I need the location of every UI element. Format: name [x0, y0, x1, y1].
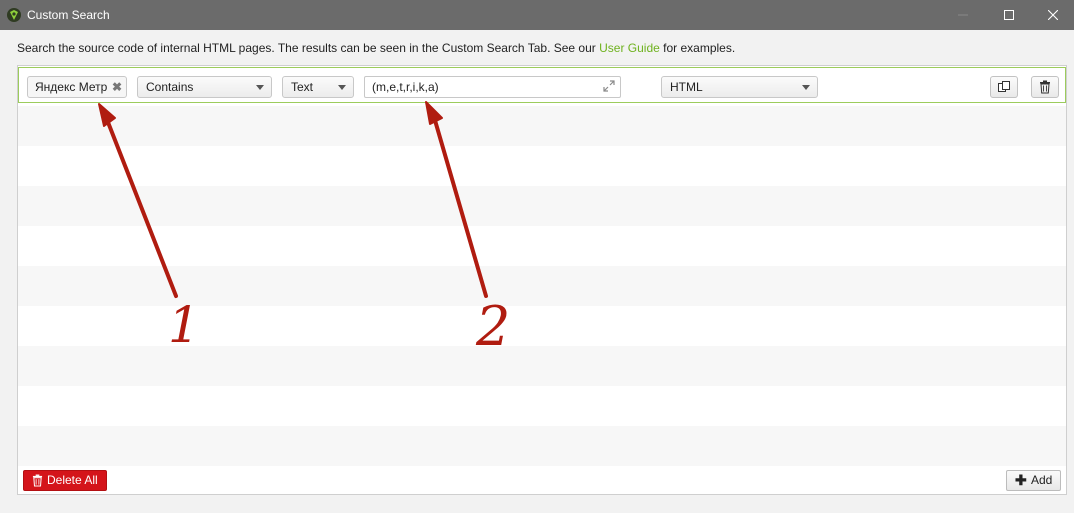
search-rules-panel: Яндекс Метр ✖ Contains Text (m,e,t,r,i,k…	[17, 65, 1067, 495]
close-icon	[1048, 10, 1058, 20]
expand-icon[interactable]	[603, 80, 615, 92]
intro-text: Search the source code of internal HTML …	[17, 41, 735, 55]
empty-row	[18, 226, 1066, 266]
empty-row	[18, 386, 1066, 426]
rule-name-tag[interactable]: Яндекс Метр ✖	[27, 76, 127, 98]
empty-row	[18, 266, 1066, 306]
search-query-value: (m,e,t,r,i,k,a)	[372, 80, 439, 94]
maximize-button[interactable]	[986, 0, 1032, 30]
chevron-down-icon	[802, 85, 810, 90]
add-rule-button[interactable]: ✚ Add	[1006, 470, 1061, 491]
match-type-value: Contains	[146, 80, 194, 94]
intro-text-before: Search the source code of internal HTML …	[17, 41, 600, 55]
search-scope-value: HTML	[670, 80, 703, 94]
empty-row	[18, 466, 1066, 494]
search-query-input[interactable]: (m,e,t,r,i,k,a)	[364, 76, 621, 98]
trash-icon	[32, 474, 43, 487]
window-title: Custom Search	[27, 8, 110, 22]
search-scope-select[interactable]: HTML	[661, 76, 818, 98]
match-type-select[interactable]: Contains	[137, 76, 272, 98]
empty-row	[18, 146, 1066, 186]
delete-all-button[interactable]: Delete All	[23, 470, 107, 491]
search-mode-value: Text	[291, 80, 314, 94]
chevron-down-icon	[256, 85, 264, 90]
empty-row	[18, 186, 1066, 226]
user-guide-link[interactable]: User Guide	[599, 41, 660, 55]
empty-row	[18, 426, 1066, 466]
empty-row	[18, 306, 1066, 346]
minimize-icon	[958, 14, 968, 16]
remove-tag-icon[interactable]: ✖	[112, 77, 122, 97]
duplicate-rule-button[interactable]	[990, 76, 1018, 98]
minimize-button[interactable]	[940, 0, 986, 30]
intro-text-after: for examples.	[659, 41, 736, 55]
title-bar: Custom Search	[0, 0, 1074, 30]
trash-icon	[1040, 80, 1050, 94]
chevron-down-icon	[338, 85, 346, 90]
empty-row	[18, 106, 1066, 146]
maximize-icon	[1004, 10, 1014, 20]
add-label: Add	[1031, 473, 1053, 487]
delete-all-label: Delete All	[47, 473, 98, 487]
search-mode-select[interactable]: Text	[282, 76, 354, 98]
copy-icon	[998, 81, 1010, 92]
search-rule-row: Яндекс Метр ✖ Contains Text (m,e,t,r,i,k…	[18, 67, 1066, 103]
rule-name-label: Яндекс Метр	[35, 80, 108, 94]
empty-row	[18, 346, 1066, 386]
close-button[interactable]	[1030, 0, 1074, 30]
delete-rule-button[interactable]	[1031, 76, 1059, 98]
app-logo-icon	[7, 8, 21, 22]
dialog-body: Search the source code of internal HTML …	[0, 30, 1074, 513]
plus-icon: ✚	[1015, 472, 1027, 488]
